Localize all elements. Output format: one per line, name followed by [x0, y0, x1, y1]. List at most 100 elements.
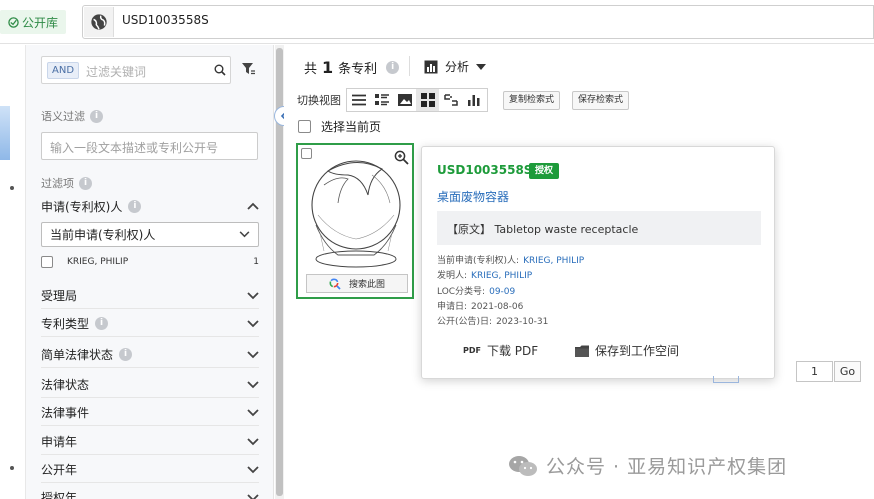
detail-list-view-button[interactable]: [370, 89, 393, 111]
select-current-page[interactable]: 选择当前页: [298, 118, 381, 135]
facet-label: 法律状态: [41, 378, 90, 392]
list-icon: [351, 94, 366, 106]
facet-row[interactable]: 专利类型 i: [41, 311, 259, 337]
download-pdf-button[interactable]: PDF 下载 PDF: [463, 342, 538, 359]
chevron-down-icon[interactable]: [247, 493, 259, 499]
loc-link[interactable]: 09-09: [489, 287, 515, 297]
pagination-current-page[interactable]: [713, 376, 739, 383]
globe-icon[interactable]: [84, 7, 114, 37]
facet-row[interactable]: 授权年: [41, 485, 259, 499]
compare-icon: [443, 94, 458, 106]
info-icon[interactable]: i: [79, 176, 92, 190]
go-button[interactable]: Go: [834, 361, 861, 382]
search-by-image-button[interactable]: 搜索此图: [306, 274, 408, 293]
facet-label: 专利类型: [41, 317, 90, 331]
original-title: Tabletop waste receptacle: [494, 223, 639, 236]
applicant-type-value: 当前申请(专利权)人: [50, 228, 156, 242]
compare-view-button[interactable]: [439, 89, 462, 111]
strip-dot: [10, 186, 14, 190]
image-view-button[interactable]: [393, 89, 416, 111]
chevron-up-icon[interactable]: [247, 202, 259, 210]
library-tab[interactable]: 公开库: [0, 10, 67, 34]
facet-label: 简单法律状态: [41, 348, 114, 362]
meta-label: 当前申请(专利权)人:: [437, 256, 520, 266]
chevron-down-icon[interactable]: [247, 350, 259, 359]
list-view-button[interactable]: [347, 89, 370, 111]
chevron-down-icon[interactable]: [247, 291, 259, 300]
applicant-type-select[interactable]: 当前申请(专利权)人: [41, 222, 259, 247]
chevron-down-icon[interactable]: [247, 319, 259, 328]
filter-keyword-placeholder: 过滤关键词: [86, 65, 147, 79]
filter-panel: AND 过滤关键词 语义过滤 i 输入一段文本描述或专利公开号 过滤项 i 申请…: [26, 45, 274, 499]
analysis-button[interactable]: 分析: [424, 58, 487, 75]
watermark: 公众号 · 亚易知识产权集团: [508, 452, 787, 479]
publication-number[interactable]: USD1003558S1: [437, 163, 541, 177]
select-page-checkbox[interactable]: [298, 120, 311, 133]
patent-title[interactable]: 桌面废物容器: [437, 188, 509, 205]
info-icon[interactable]: i: [128, 199, 142, 213]
chevron-down-icon[interactable]: [247, 465, 259, 474]
filter-funnel-icon[interactable]: [241, 62, 255, 76]
applicant-option-label: KRIEG, PHILIP: [67, 257, 129, 267]
filter-keyword-input[interactable]: AND 过滤关键词: [41, 56, 231, 84]
meta-inventor: 发明人: KRIEG, PHILIP: [437, 268, 532, 281]
search-icon[interactable]: [214, 64, 226, 76]
save-query-button[interactable]: 保存检索式: [572, 91, 630, 110]
result-thumbnail-card[interactable]: 搜索此图: [296, 143, 414, 299]
pdf-icon: PDF: [463, 346, 481, 355]
info-icon[interactable]: i: [95, 317, 109, 330]
facet-row[interactable]: 公开年: [41, 457, 259, 483]
facet-applicant-label: 申请(专利权)人: [41, 199, 123, 214]
meta-label: 申请日:: [437, 302, 468, 312]
info-icon[interactable]: i: [119, 348, 133, 361]
page-number-input[interactable]: 1: [796, 361, 833, 382]
inventor-link[interactable]: KRIEG, PHILIP: [471, 271, 532, 281]
and-operator-badge[interactable]: AND: [47, 62, 80, 79]
caret-down-icon: [476, 63, 487, 70]
facet-row[interactable]: 受理局: [41, 283, 259, 309]
grid-icon: [420, 93, 435, 107]
library-icon: [8, 16, 19, 28]
meta-apply-date: 申请日: 2021-08-06: [437, 299, 523, 312]
search-image-label: 搜索此图: [348, 280, 385, 290]
facet-label: 申请年: [41, 435, 78, 449]
original-title-box: 【原文】 Tabletop waste receptacle: [437, 211, 761, 245]
facet-row[interactable]: 申请年: [41, 429, 259, 455]
facet-row[interactable]: 简单法律状态 i: [41, 342, 259, 368]
filter-items-label: 过滤项 i: [41, 175, 92, 191]
applicant-checkbox[interactable]: [41, 256, 53, 268]
meta-label: 发明人:: [437, 271, 468, 281]
semantic-filter-input[interactable]: 输入一段文本描述或专利公开号: [41, 132, 258, 160]
save-to-workspace-button[interactable]: 保存到工作空间: [575, 342, 679, 359]
result-count-prefix: 共: [304, 62, 318, 77]
applicant-option-count: 1: [253, 257, 259, 267]
meta-label: 公开(公告)日:: [437, 317, 493, 327]
facet-label: 受理局: [41, 289, 78, 303]
pub-date: 2023-10-31: [496, 317, 549, 327]
applicant-option-row[interactable]: KRIEG, PHILIP 1: [41, 254, 259, 270]
chevron-down-icon: [239, 231, 250, 238]
facet-applicant[interactable]: 申请(专利权)人 i: [41, 193, 259, 219]
copy-query-button[interactable]: 复制检索式: [503, 91, 561, 110]
chevron-down-icon[interactable]: [247, 380, 259, 389]
facet-row[interactable]: 法律事件: [41, 400, 259, 426]
facet-row[interactable]: 法律状态: [41, 372, 259, 398]
grid-view-button[interactable]: [416, 89, 439, 111]
search-query-text: USD1003558S: [122, 13, 209, 27]
meta-label: LOC分类号:: [437, 287, 486, 297]
facet-label: 公开年: [41, 463, 78, 477]
image-icon: [397, 94, 412, 106]
facet-label: 法律事件: [41, 406, 90, 420]
current-applicant-link[interactable]: KRIEG, PHILIP: [523, 256, 584, 266]
info-icon[interactable]: i: [386, 61, 400, 74]
library-label: 公开库: [22, 15, 59, 30]
filter-items-text: 过滤项: [41, 177, 74, 190]
watermark-text: 公众号 · 亚易知识产权集团: [546, 456, 788, 478]
design-drawing-image: [311, 160, 401, 268]
meta-loc: LOC分类号: 09-09: [437, 284, 515, 297]
chart-view-button[interactable]: [462, 89, 485, 111]
chevron-down-icon[interactable]: [247, 408, 259, 417]
info-icon[interactable]: i: [90, 109, 103, 123]
chevron-down-icon[interactable]: [247, 437, 259, 446]
apply-date: 2021-08-06: [471, 302, 524, 312]
